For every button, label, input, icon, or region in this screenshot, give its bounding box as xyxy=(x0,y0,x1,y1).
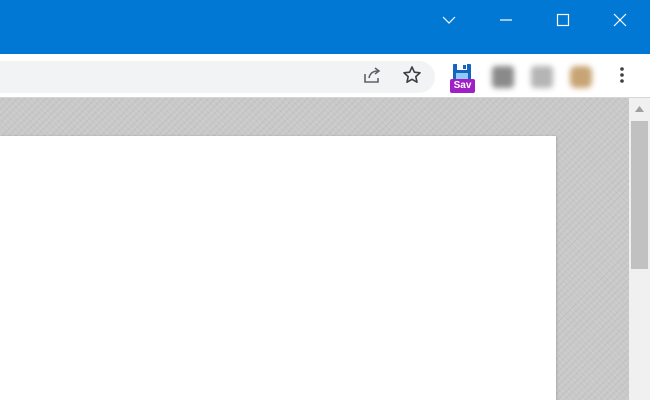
bookmark-button[interactable] xyxy=(398,63,426,91)
extension-icon xyxy=(531,66,553,88)
extension-button-1[interactable] xyxy=(489,63,517,91)
scroll-thumb[interactable] xyxy=(631,121,648,269)
chevron-down-icon xyxy=(442,15,456,25)
star-icon xyxy=(402,65,422,90)
browser-toolbar xyxy=(0,54,650,98)
scroll-up-button[interactable] xyxy=(629,98,650,118)
extension-button-2[interactable] xyxy=(528,63,556,91)
minimize-button[interactable] xyxy=(478,0,534,40)
title-bar xyxy=(0,0,650,54)
tab-search-button[interactable] xyxy=(421,0,477,40)
vertical-scrollbar[interactable] xyxy=(629,98,650,400)
more-vertical-icon xyxy=(619,66,625,89)
document-viewer[interactable] xyxy=(0,98,629,400)
close-icon xyxy=(613,13,627,27)
minimize-icon xyxy=(499,13,513,27)
profile-button[interactable] xyxy=(567,63,595,91)
arrow-up-icon xyxy=(635,99,644,117)
close-button[interactable] xyxy=(592,0,648,40)
document-page xyxy=(0,136,556,400)
share-button[interactable] xyxy=(358,63,386,91)
share-icon xyxy=(362,65,382,90)
extension-badge: Sav xyxy=(450,79,475,93)
maximize-icon xyxy=(556,13,570,27)
menu-button[interactable] xyxy=(608,63,636,91)
avatar xyxy=(570,66,592,88)
extension-icon xyxy=(492,66,514,88)
maximize-button[interactable] xyxy=(535,0,591,40)
